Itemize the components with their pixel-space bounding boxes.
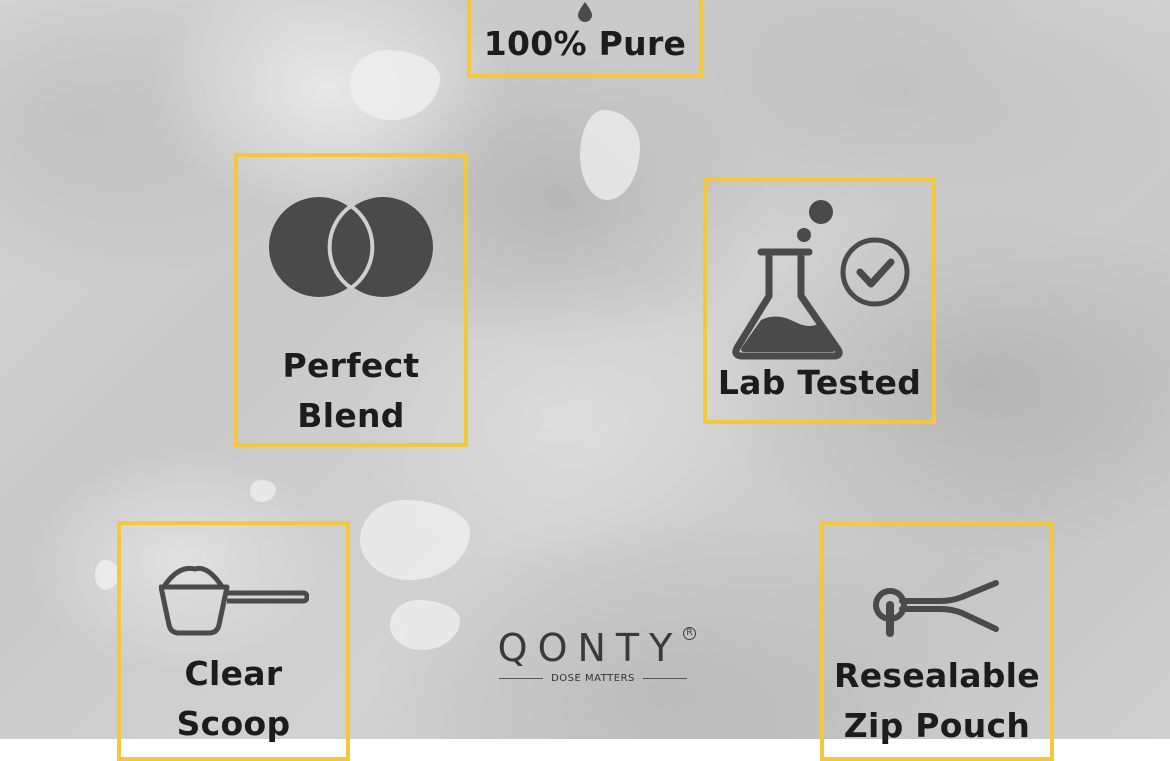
- feature-card-blend: Perfect Blend: [234, 153, 468, 447]
- flask-check-icon: [725, 196, 915, 362]
- feature-label-pouch: Resealable Zip Pouch: [834, 656, 1040, 745]
- feature-card-lab: Lab Tested: [703, 178, 936, 424]
- feature-card-pouch: Resealable Zip Pouch: [820, 521, 1054, 761]
- brand-tagline: DOSE MATTERS: [551, 673, 635, 684]
- brand-logo: QONTY R DOSE MATTERS: [488, 625, 698, 695]
- feature-label-pure: 100% Pure: [483, 24, 687, 63]
- zip-slider-icon: [872, 579, 1002, 639]
- drop-icon: [578, 2, 592, 22]
- feature-label-scoop: Clear Scoop: [176, 654, 291, 743]
- scoop-icon: [158, 563, 309, 637]
- feature-card-pure: 100% Pure: [467, 0, 703, 78]
- overlapping-circles-icon: [266, 195, 436, 299]
- registered-mark: R: [683, 627, 696, 640]
- feature-label-blend: Perfect Blend: [282, 346, 420, 435]
- brand-wordmark: QONTY: [497, 626, 683, 670]
- feature-label-lab: Lab Tested: [717, 363, 922, 402]
- divider: [499, 678, 544, 679]
- divider: [642, 678, 687, 679]
- feature-card-scoop: Clear Scoop: [117, 521, 350, 761]
